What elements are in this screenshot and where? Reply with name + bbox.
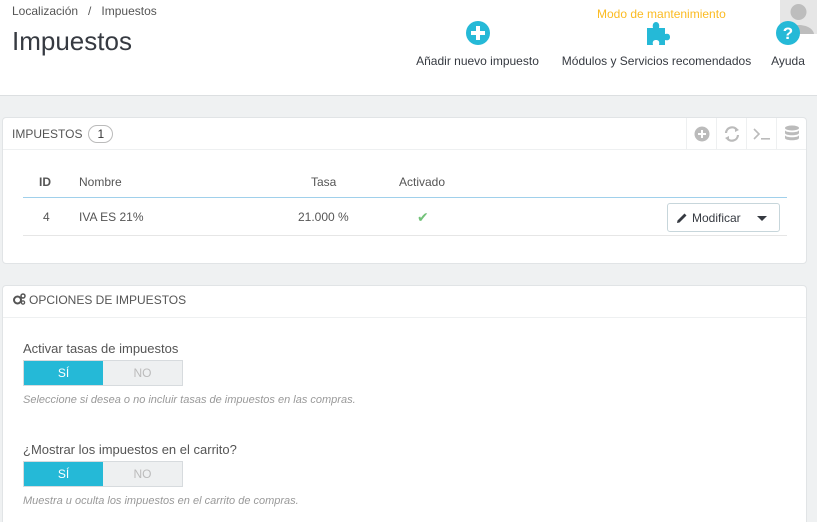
enable-tax-yes[interactable]: SÍ <box>24 361 103 385</box>
taxes-table: ID Nombre Tasa Activado 4 IVA ES 21% 21.… <box>23 166 787 236</box>
refresh-list-tool[interactable] <box>716 118 746 149</box>
chevron-down-icon[interactable] <box>757 216 767 221</box>
sql-manager-tool[interactable] <box>776 118 806 149</box>
options-panel-title: OPCIONES DE IMPUESTOS <box>29 293 187 307</box>
terminal-icon <box>752 127 770 140</box>
breadcrumb: Localización / Impuestos <box>12 4 157 18</box>
row-name: IVA ES 21% <box>79 210 144 224</box>
help-button[interactable]: ? Ayuda <box>768 20 808 68</box>
options-panel-heading: OPCIONES DE IMPUESTOS <box>3 286 806 318</box>
column-name[interactable]: Nombre <box>79 166 122 198</box>
help-label: Ayuda <box>771 54 805 68</box>
svg-text:?: ? <box>783 24 793 43</box>
enable-tax-label: Activar tasas de impuestos <box>23 341 179 356</box>
taxes-panel: IMPUESTOS 1 ID Nombre Tasa Activado 4 IVA <box>2 117 807 264</box>
column-id[interactable]: ID <box>39 166 51 198</box>
edit-button-label: Modificar <box>692 210 741 225</box>
show-tax-cart-switch[interactable]: SÍ NO <box>23 461 183 487</box>
show-tax-cart-yes[interactable]: SÍ <box>24 462 103 486</box>
edit-button[interactable]: Modificar <box>667 203 780 232</box>
enable-tax-switch[interactable]: SÍ NO <box>23 360 183 386</box>
refresh-icon <box>724 125 739 142</box>
row-id: 4 <box>43 210 50 224</box>
breadcrumb-parent[interactable]: Localización <box>12 4 78 18</box>
table-row[interactable]: 4 IVA ES 21% 21.000 % ✔ Modificar <box>23 198 787 236</box>
add-tax-label: Añadir nuevo impuesto <box>416 54 539 68</box>
show-tax-cart-no[interactable]: NO <box>103 462 182 486</box>
plus-circle-icon <box>694 126 709 141</box>
breadcrumb-separator: / <box>88 4 92 18</box>
row-rate: 21.000 % <box>298 210 349 224</box>
add-tax-button[interactable]: Añadir nuevo impuesto <box>411 20 544 68</box>
puzzle-icon <box>646 22 670 45</box>
cogs-icon <box>13 293 26 305</box>
recommended-modules-button[interactable]: Módulos y Servicios recomendados <box>557 20 756 68</box>
enable-tax-help: Seleccione si desea o no incluir tasas d… <box>23 394 356 406</box>
sql-query-tool[interactable] <box>746 118 776 149</box>
recommended-modules-label: Módulos y Servicios recomendados <box>561 54 752 68</box>
add-new-tool[interactable] <box>686 118 716 149</box>
taxes-panel-title: IMPUESTOS <box>12 127 83 141</box>
show-tax-cart-help: Muestra u oculta los impuestos en el car… <box>23 495 299 507</box>
pencil-icon <box>677 213 687 223</box>
show-tax-cart-label: ¿Mostrar los impuestos en el carrito? <box>23 442 237 457</box>
maintenance-mode-link[interactable]: Modo de mantenimiento <box>597 7 726 21</box>
tax-options-panel: OPCIONES DE IMPUESTOS Activar tasas de i… <box>2 285 807 522</box>
page-header: Localización / Impuestos Impuestos Modo de… <box>0 0 817 96</box>
breadcrumb-current: Impuestos <box>101 4 157 18</box>
plus-circle-icon <box>465 21 490 45</box>
taxes-count-badge: 1 <box>88 125 114 143</box>
column-enabled[interactable]: Activado <box>399 166 445 198</box>
page-title: Impuestos <box>12 26 132 56</box>
table-header: ID Nombre Tasa Activado <box>23 166 787 198</box>
panel-toolbar <box>686 118 806 149</box>
column-rate[interactable]: Tasa <box>311 166 336 198</box>
question-circle-icon: ? <box>776 21 800 45</box>
taxes-panel-heading: IMPUESTOS 1 <box>3 118 806 150</box>
enable-tax-no[interactable]: NO <box>103 361 182 385</box>
database-icon <box>784 125 799 140</box>
enabled-check-icon[interactable]: ✔ <box>417 198 429 236</box>
